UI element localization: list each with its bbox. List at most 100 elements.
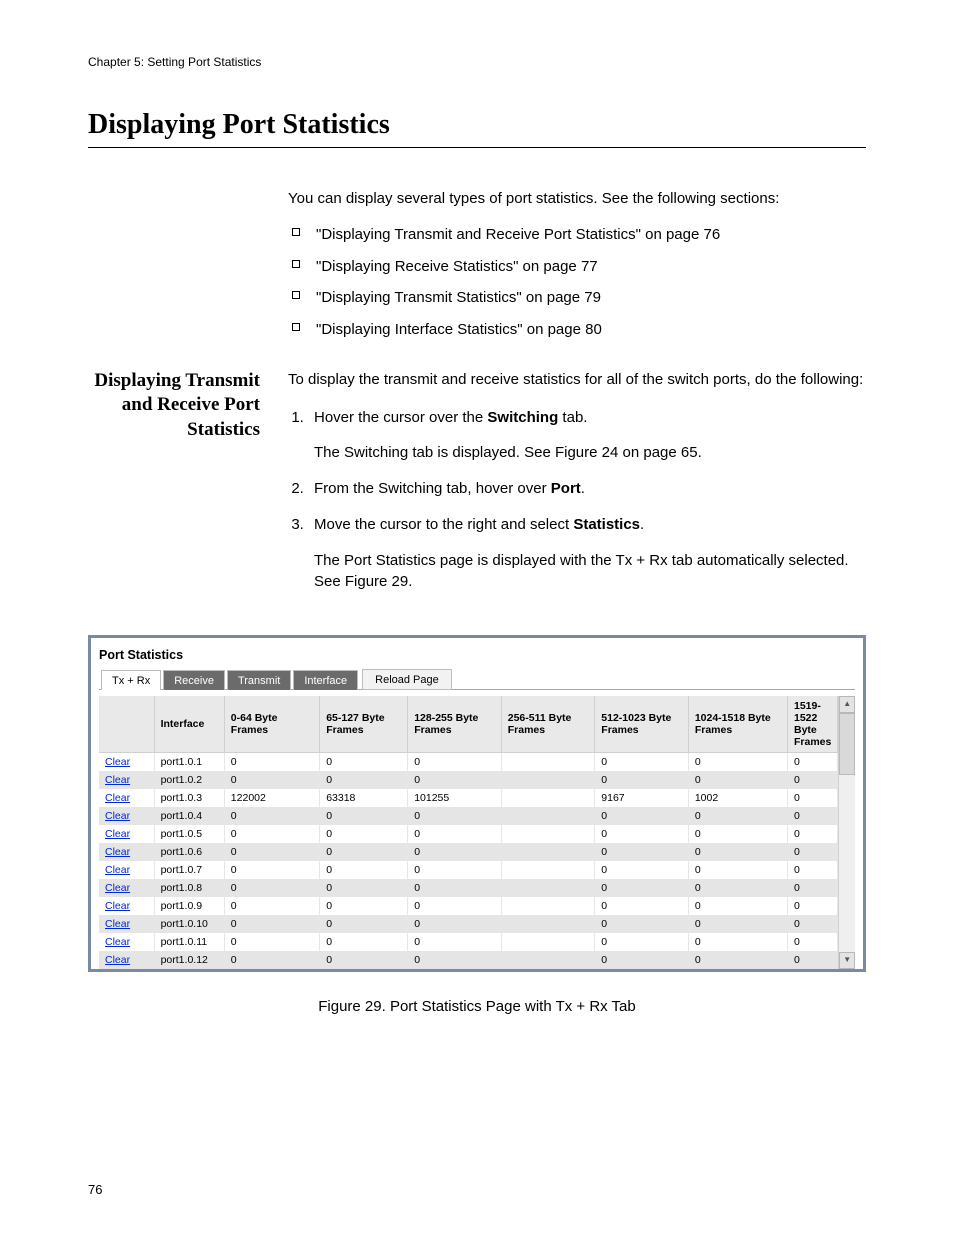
cell-value: 0: [595, 951, 689, 969]
cell-value: 0: [320, 771, 408, 789]
table-row: Clearport1.0.11000000: [99, 933, 838, 951]
table-row: Clearport1.0.1000000: [99, 753, 838, 772]
vertical-scrollbar[interactable]: ▲ ▼: [838, 696, 855, 969]
cell-value: 0: [224, 897, 319, 915]
clear-link[interactable]: Clear: [105, 828, 130, 840]
cell-value: 0: [595, 825, 689, 843]
cell-value: 0: [408, 951, 502, 969]
panel-title: Port Statistics: [99, 648, 855, 662]
col-1024-1518: 1024-1518 Byte Frames: [688, 696, 787, 753]
cell-value: 0: [595, 879, 689, 897]
cell-value: 0: [224, 807, 319, 825]
cell-value: 0: [320, 807, 408, 825]
cell-value: 0: [788, 753, 838, 772]
cell-interface: port1.0.4: [154, 807, 224, 825]
col-1519-1522: 1519-1522 Byte Frames: [788, 696, 838, 753]
intro-bullet: "Displaying Receive Statistics" on page …: [288, 256, 866, 278]
step-3: Move the cursor to the right and select …: [308, 514, 866, 593]
subsection-para: To display the transmit and receive stat…: [288, 369, 866, 391]
col-0-64: 0-64 Byte Frames: [224, 696, 319, 753]
clear-link[interactable]: Clear: [105, 864, 130, 876]
col-512-1023: 512-1023 Byte Frames: [595, 696, 689, 753]
cell-value: 0: [224, 771, 319, 789]
cell-interface: port1.0.7: [154, 861, 224, 879]
step-bold: Statistics: [573, 516, 640, 533]
cell-value: 101255: [408, 789, 502, 807]
cell-value: 0: [320, 879, 408, 897]
cell-value: 0: [224, 825, 319, 843]
cell-value: 0: [320, 915, 408, 933]
cell-value: [501, 843, 595, 861]
cell-value: 63318: [320, 789, 408, 807]
cell-value: [501, 951, 595, 969]
cell-interface: port1.0.3: [154, 789, 224, 807]
port-statistics-panel: Port Statistics Tx + Rx Receive Transmit…: [88, 635, 866, 972]
clear-link[interactable]: Clear: [105, 882, 130, 894]
cell-value: 1002: [688, 789, 787, 807]
cell-value: 0: [595, 915, 689, 933]
cell-value: 0: [788, 879, 838, 897]
cell-interface: port1.0.8: [154, 879, 224, 897]
cell-value: 0: [408, 897, 502, 915]
cell-value: 0: [688, 861, 787, 879]
table-row: Clearport1.0.7000000: [99, 861, 838, 879]
table-row: Clear port1.0.312200263318101255 916710020: [99, 789, 838, 807]
clear-link[interactable]: Clear: [105, 936, 130, 948]
scroll-down-icon[interactable]: ▼: [839, 952, 855, 969]
cell-value: [501, 915, 595, 933]
cell-value: 0: [595, 753, 689, 772]
cell-value: 0: [788, 951, 838, 969]
step-bold: Switching: [487, 409, 558, 426]
clear-link[interactable]: Clear: [105, 954, 130, 966]
cell-value: 0: [688, 807, 787, 825]
col-interface: Interface: [154, 696, 224, 753]
clear-link[interactable]: Clear: [105, 792, 130, 804]
cell-value: 0: [224, 933, 319, 951]
cell-value: 0: [595, 897, 689, 915]
tab-receive[interactable]: Receive: [163, 670, 225, 690]
reload-page-button[interactable]: Reload Page: [362, 669, 452, 690]
cell-value: 0: [788, 789, 838, 807]
cell-value: 0: [408, 933, 502, 951]
cell-value: 0: [408, 915, 502, 933]
step-after: The Switching tab is displayed. See Figu…: [314, 442, 866, 464]
clear-link[interactable]: Clear: [105, 810, 130, 822]
step-1: Hover the cursor over the Switching tab.…: [308, 407, 866, 465]
step-text: Move the cursor to the right and select: [314, 516, 573, 533]
cell-value: 0: [788, 807, 838, 825]
tab-txrx[interactable]: Tx + Rx: [101, 670, 161, 690]
cell-value: [501, 825, 595, 843]
scroll-up-icon[interactable]: ▲: [839, 696, 855, 713]
table-row: Clearport1.0.2000000: [99, 771, 838, 789]
intro-bullet: "Displaying Interface Statistics" on pag…: [288, 319, 866, 341]
cell-interface: port1.0.6: [154, 843, 224, 861]
cell-value: 0: [408, 861, 502, 879]
subsection-heading: Displaying Transmit and Receive Port Sta…: [88, 369, 288, 607]
tab-bar: Tx + Rx Receive Transmit Interface Reloa…: [99, 668, 855, 690]
clear-link[interactable]: Clear: [105, 756, 130, 768]
scroll-thumb[interactable]: [839, 713, 855, 775]
cell-value: 0: [320, 897, 408, 915]
table-row: Clearport1.0.6000000: [99, 843, 838, 861]
clear-link[interactable]: Clear: [105, 900, 130, 912]
cell-value: 0: [788, 933, 838, 951]
step-text: Hover the cursor over the: [314, 409, 487, 426]
clear-link[interactable]: Clear: [105, 774, 130, 786]
cell-value: 0: [688, 897, 787, 915]
cell-interface: port1.0.1: [154, 753, 224, 772]
tab-interface[interactable]: Interface: [293, 670, 358, 690]
tab-transmit[interactable]: Transmit: [227, 670, 291, 690]
clear-link[interactable]: Clear: [105, 918, 130, 930]
cell-value: 0: [688, 915, 787, 933]
cell-value: 0: [320, 753, 408, 772]
clear-link[interactable]: Clear: [105, 846, 130, 858]
cell-value: 0: [788, 771, 838, 789]
cell-interface: port1.0.11: [154, 933, 224, 951]
cell-value: 9167: [595, 789, 689, 807]
cell-value: 122002: [224, 789, 319, 807]
page-title: Displaying Port Statistics: [88, 109, 866, 141]
cell-value: 0: [224, 843, 319, 861]
cell-value: 0: [224, 879, 319, 897]
intro-lead: You can display several types of port st…: [288, 188, 866, 210]
table-row: Clearport1.0.8000000: [99, 879, 838, 897]
